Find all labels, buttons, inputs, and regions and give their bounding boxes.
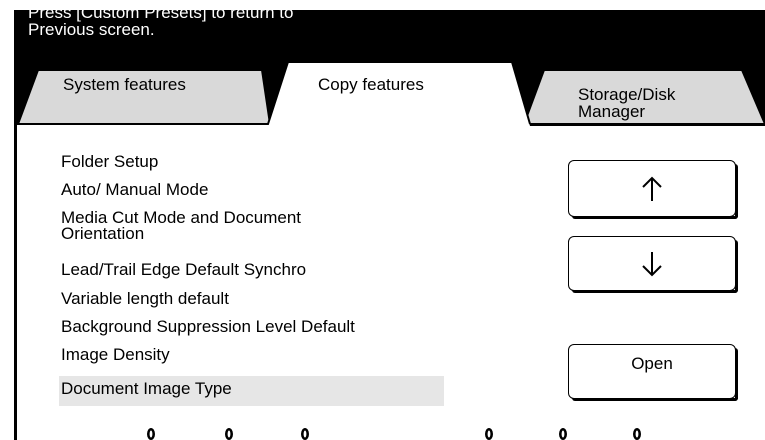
indicator-mark: [147, 428, 155, 440]
scroll-up-button[interactable]: [568, 160, 738, 219]
open-button-label: Open: [631, 354, 673, 373]
arrow-down-icon: [642, 251, 662, 276]
menu-item-media-cut-mode[interactable]: Media Cut Mode and Document Orientation: [61, 209, 301, 242]
tab-system-features-label: System features: [63, 75, 186, 94]
indicator-mark: [633, 428, 641, 440]
arrow-up-icon: [642, 176, 662, 201]
menu-item-background-suppression[interactable]: Background Suppression Level Default: [61, 318, 355, 335]
scroll-down-button[interactable]: [568, 236, 738, 293]
tab-system-features[interactable]: System features: [63, 76, 186, 93]
tab-storage-disk-manager-label: Storage/Disk Manager: [578, 85, 676, 121]
menu-item-folder-setup[interactable]: Folder Setup: [61, 153, 158, 170]
indicator-mark: [301, 428, 309, 440]
indicator-mark: [559, 428, 567, 440]
menu-item-image-density[interactable]: Image Density: [61, 346, 170, 363]
tab-storage-disk-manager[interactable]: Storage/Disk Manager: [578, 69, 675, 120]
indicator-mark: [485, 428, 493, 440]
menu-item-auto-manual-mode[interactable]: Auto/ Manual Mode: [61, 181, 208, 198]
menu-item-variable-length[interactable]: Variable length default: [61, 290, 229, 307]
indicator-mark: [225, 428, 233, 440]
menu-item-document-image-type[interactable]: Document Image Type: [59, 376, 444, 406]
tab-copy-features[interactable]: Copy features: [318, 76, 424, 93]
tab-copy-features-label: Copy features: [318, 75, 424, 94]
menu-item-lead-trail-edge[interactable]: Lead/Trail Edge Default Synchro: [61, 261, 306, 278]
open-button[interactable]: Open: [568, 344, 738, 401]
